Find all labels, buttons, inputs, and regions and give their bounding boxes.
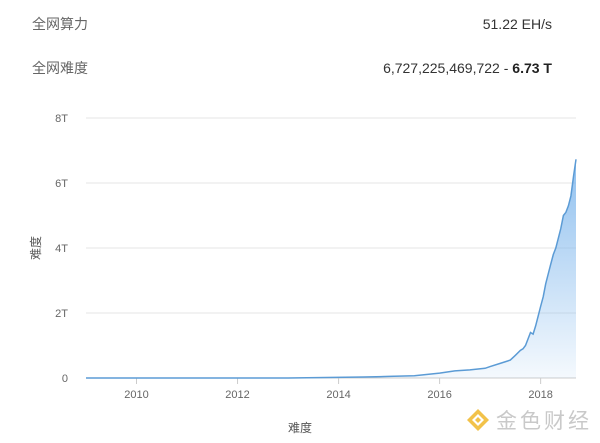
chart-gridlines [86, 117, 576, 379]
x-tick-label: 2018 [528, 389, 552, 401]
x-tick-label: 2016 [427, 389, 451, 401]
x-axis-title: 难度 [288, 420, 312, 435]
x-axis-ticks: 2010 2012 2014 2016 2018 [124, 378, 553, 401]
watermark-text: 金色财经 [496, 410, 592, 433]
y-tick-label: 8T [55, 113, 68, 125]
difficulty-line [86, 159, 577, 379]
y-tick-label: 4T [55, 243, 68, 255]
y-tick-label: 6T [55, 178, 68, 190]
jinse-logo-icon [467, 409, 489, 431]
y-axis-title: 难度 [28, 236, 43, 260]
difficulty-area [86, 159, 576, 378]
x-tick-label: 2012 [225, 389, 249, 401]
y-tick-label: 2T [55, 308, 68, 320]
watermark: 金色财经 [466, 405, 592, 435]
y-axis-ticks: 0 2T 4T 6T 8T [55, 113, 68, 385]
difficulty-chart: 0 2T 4T 6T 8T 2010 2012 2014 2016 2018 难度 难度 [28, 113, 577, 435]
x-tick-label: 2010 [124, 389, 148, 401]
x-tick-label: 2014 [326, 389, 350, 401]
y-tick-label: 0 [62, 373, 68, 385]
